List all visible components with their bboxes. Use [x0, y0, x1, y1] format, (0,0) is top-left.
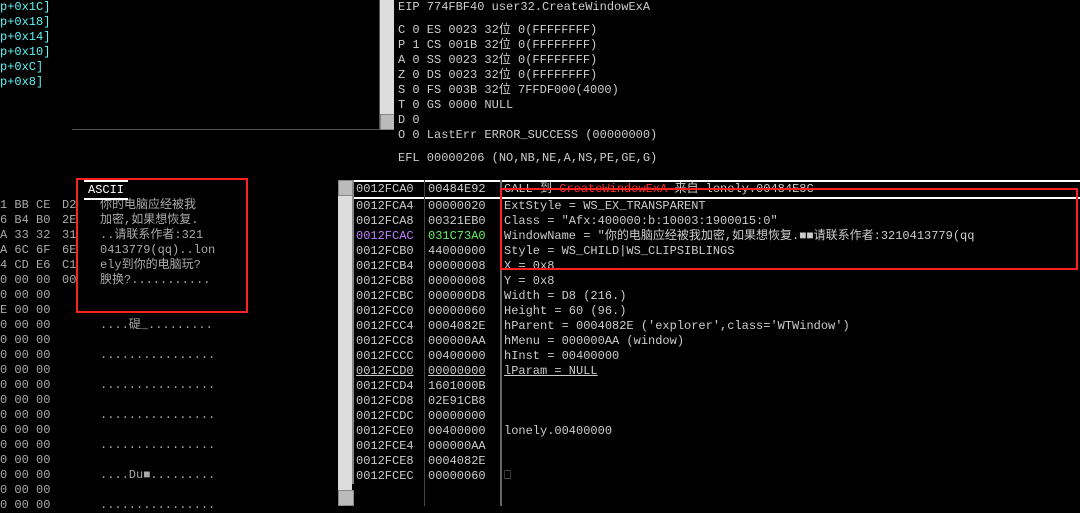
offset-line: p+0x14]: [0, 30, 72, 45]
stack-row[interactable]: 0012FCC40004082EhParent = 0004082E ('exp…: [354, 319, 1080, 334]
ascii-text: 腴换?...........: [88, 273, 210, 288]
flag-line: D 0: [398, 113, 1080, 128]
ascii-text: [88, 423, 100, 438]
flag-line: O 0 LastErr ERROR_SUCCESS (00000000): [398, 128, 1080, 143]
stack-row[interactable]: 0012FCBC000000D8Width = D8 (216.): [354, 289, 1080, 304]
flag-line: T 0 GS 0000 NULL: [398, 98, 1080, 113]
stack-row[interactable]: 0012FCB400000008X = 0x8: [354, 259, 1080, 274]
registers-pane: EIP 774FBF40 user32.CreateWindowExA C 0 …: [394, 0, 1080, 166]
hex-row[interactable]: 1 BB CED2你的电脑应经被我: [0, 198, 352, 213]
hex-row[interactable]: 0 00 00....碮_.........: [0, 318, 352, 333]
flag-line: S 0 FS 003B 32位 7FFDF000(4000): [398, 83, 1080, 98]
ascii-text: ....碮_.........: [88, 318, 213, 333]
hex-row[interactable]: 6 B4 B02E加密,如果想恢复.: [0, 213, 352, 228]
eip-line: EIP 774FBF40 user32.CreateWindowExA: [398, 0, 1080, 15]
stack-row[interactable]: 0012FCCC00400000hInst = 00400000: [354, 349, 1080, 364]
ascii-text: [88, 453, 100, 468]
flag-line: P 1 CS 001B 32位 0(FFFFFFFF): [398, 38, 1080, 53]
efl-line: EFL 00000206 (NO,NB,NE,A,NS,PE,GE,G): [398, 151, 1080, 166]
hex-row[interactable]: 0 00 00................: [0, 408, 352, 423]
hex-row[interactable]: 0 00 00................: [0, 348, 352, 363]
hex-row[interactable]: 0 00 00: [0, 363, 352, 378]
stack-row[interactable]: 0012FCA400000020ExtStyle = WS_EX_TRANSPA…: [354, 199, 1080, 214]
stack-row[interactable]: 0012FCD41601000B: [354, 379, 1080, 394]
stack-row[interactable]: 0012FCA000484E92CALL 到 CreateWindowExA 来…: [354, 180, 1080, 199]
hex-row[interactable]: 0 00 00....Du■.........: [0, 468, 352, 483]
hex-dump-pane[interactable]: 1 BB CED2你的电脑应经被我6 B4 B02E加密,如果想恢复.A 33 …: [0, 180, 352, 513]
flag-line: Z 0 DS 0023 32位 0(FFFFFFFF): [398, 68, 1080, 83]
stack-row[interactable]: 0012FCB800000008Y = 0x8: [354, 274, 1080, 289]
ascii-text: 0413779(qq)..lon: [88, 243, 215, 258]
disasm-pane: [72, 0, 380, 130]
ascii-text: ................: [88, 438, 215, 453]
hex-row[interactable]: 0 00 00: [0, 288, 352, 303]
stack-row[interactable]: 0012FCC8000000AAhMenu = 000000AA (window…: [354, 334, 1080, 349]
ascii-text: ................: [88, 348, 215, 363]
hex-row[interactable]: 0 00 00: [0, 333, 352, 348]
ascii-text: ................: [88, 408, 215, 423]
stack-row[interactable]: 0012FCE000400000lonely.00400000: [354, 424, 1080, 439]
ascii-text: ..请联系作者:321: [88, 228, 203, 243]
hex-row[interactable]: 0 00 00: [0, 423, 352, 438]
stack-row[interactable]: 0012FCD000000000lParam = NULL: [354, 364, 1080, 379]
offset-line: p+0x8]: [0, 75, 72, 90]
stack-row[interactable]: 0012FCC000000060Height = 60 (96.): [354, 304, 1080, 319]
column-separator: [424, 180, 425, 506]
flag-line: A 0 SS 0023 32位 0(FFFFFFFF): [398, 53, 1080, 68]
hex-row[interactable]: 4 CD E6C1ely到你的电脑玩?: [0, 258, 352, 273]
hex-row[interactable]: 0 00 0000腴换?...........: [0, 273, 352, 288]
ascii-text: ....Du■.........: [88, 468, 215, 483]
hex-row[interactable]: 0 00 00................: [0, 378, 352, 393]
offset-line: p+0xC]: [0, 60, 72, 75]
offsets-list: p+0x1C]p+0x18]p+0x14]p+0x10]p+0xC]p+0x8]: [0, 0, 72, 90]
stack-row[interactable]: 0012FCD802E91CB8: [354, 394, 1080, 409]
scrollbar-disasm[interactable]: [380, 0, 394, 130]
ascii-text: ely到你的电脑玩?: [88, 258, 201, 273]
ascii-text: [88, 393, 100, 408]
ascii-text: ................: [88, 378, 215, 393]
hex-row[interactable]: A 6C 6F6E0413779(qq)..lon: [0, 243, 352, 258]
ascii-text: 你的电脑应经被我: [88, 198, 196, 213]
ascii-text: [88, 303, 100, 318]
flag-line: C 0 ES 0023 32位 0(FFFFFFFF): [398, 23, 1080, 38]
ascii-text: [88, 288, 100, 303]
offset-line: p+0x10]: [0, 45, 72, 60]
ascii-text: [88, 363, 100, 378]
offset-line: p+0x18]: [0, 15, 72, 30]
hex-row[interactable]: 0 00 00: [0, 393, 352, 408]
hex-row[interactable]: E 00 00: [0, 303, 352, 318]
stack-row[interactable]: 0012FCE80004082E: [354, 454, 1080, 469]
ascii-text: [88, 483, 100, 498]
hex-row[interactable]: A 33 3231..请联系作者:321: [0, 228, 352, 243]
ascii-column-header: ASCII: [84, 180, 128, 200]
stack-row[interactable]: 0012FCB044000000Style = WS_CHILD|WS_CLIP…: [354, 244, 1080, 259]
stack-row[interactable]: 0012FCAC031C73A0WindowName = "你的电脑应经被我加密…: [354, 229, 1080, 244]
ascii-text: 加密,如果想恢复.: [88, 213, 198, 228]
offset-line: p+0x1C]: [0, 0, 72, 15]
scrollbar-hex[interactable]: [338, 180, 352, 506]
stack-row[interactable]: 0012FCE4000000AA: [354, 439, 1080, 454]
hex-row[interactable]: 0 00 00: [0, 483, 352, 498]
stack-row[interactable]: 0012FCEC00000060 ⎕: [354, 469, 1080, 484]
stack-row[interactable]: 0012FCDC00000000: [354, 409, 1080, 424]
stack-pane[interactable]: 0012FCA000484E92CALL 到 CreateWindowExA 来…: [352, 180, 1080, 484]
ascii-text: [88, 333, 100, 348]
hex-row[interactable]: 0 00 00: [0, 453, 352, 468]
column-separator: [500, 180, 502, 506]
stack-row[interactable]: 0012FCA800321EB0Class = "Afx:400000:b:10…: [354, 214, 1080, 229]
hex-row[interactable]: 0 00 00................: [0, 438, 352, 453]
api-name: CreateWindowExA: [559, 182, 667, 196]
